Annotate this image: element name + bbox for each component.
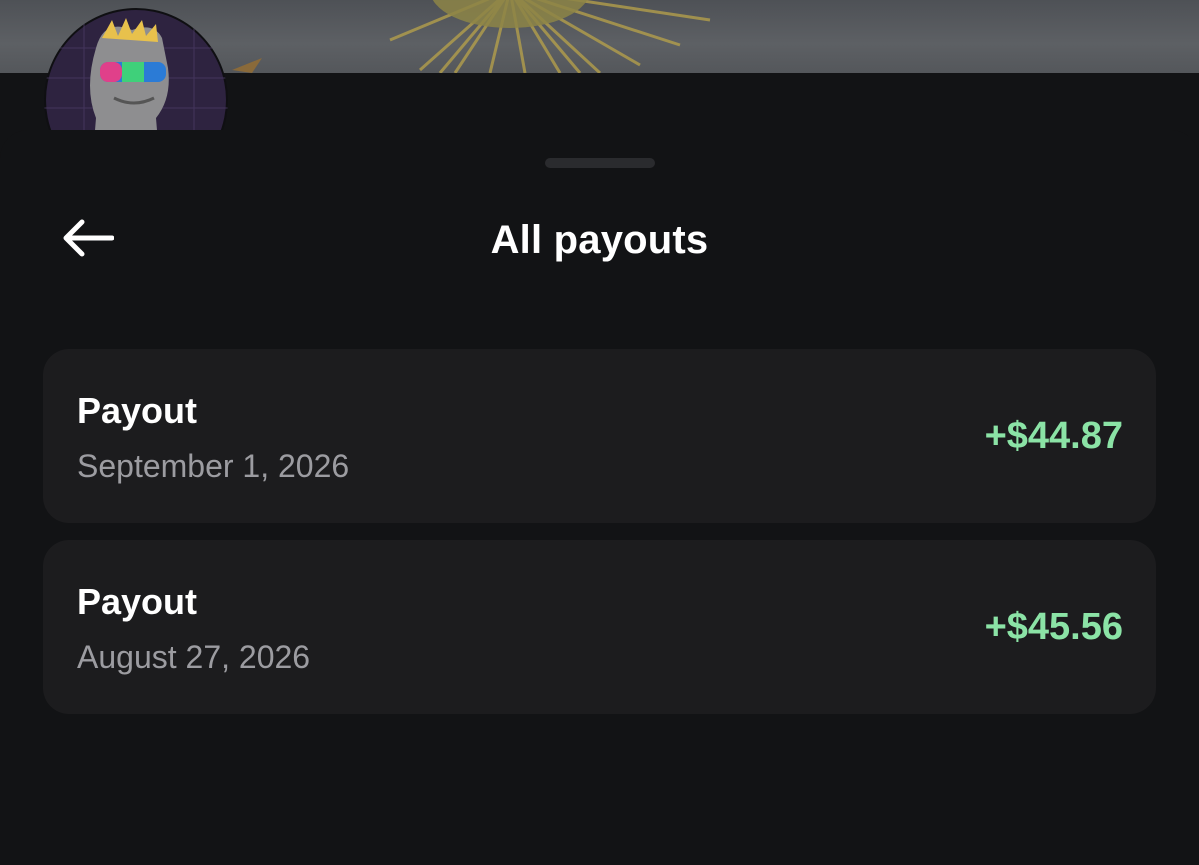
payout-label: Payout xyxy=(77,581,198,622)
page-title: All payouts xyxy=(490,218,709,262)
arrow-left-icon xyxy=(60,218,115,263)
payout-list: Payout September 1, 2026 +$44.87 Payout … xyxy=(43,349,1156,731)
back-button[interactable] xyxy=(54,212,120,268)
payout-amount: +$45.56 xyxy=(984,606,1123,648)
payout-amount: +$44.87 xyxy=(984,415,1123,457)
payout-item[interactable]: Payout August 27, 2026 +$45.56 xyxy=(43,540,1156,714)
payout-item[interactable]: Payout September 1, 2026 +$44.87 xyxy=(43,349,1156,523)
payout-label: Payout xyxy=(77,390,198,431)
payout-date: August 27, 2026 xyxy=(77,639,311,675)
app-screen: All payouts Payout September 1, 2026 +$4… xyxy=(0,0,1199,865)
sheet-drag-handle[interactable] xyxy=(545,158,655,168)
payouts-sheet: All payouts Payout September 1, 2026 +$4… xyxy=(0,130,1199,865)
payout-date: September 1, 2026 xyxy=(77,448,350,484)
